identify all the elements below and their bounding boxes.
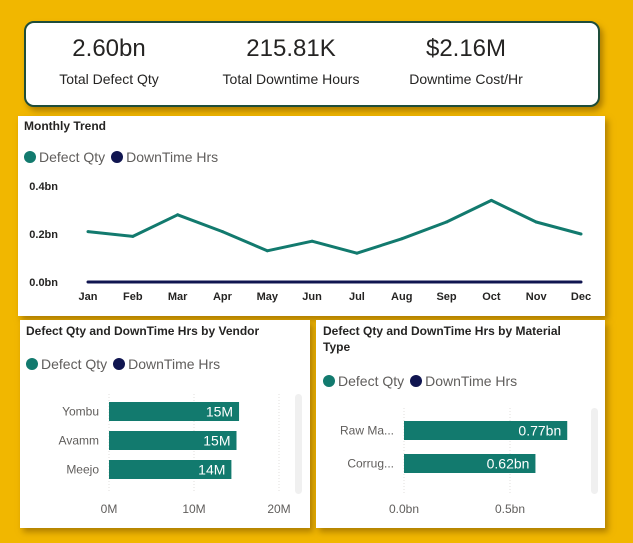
y-tick-label: 0.4bn <box>29 181 58 193</box>
vendor-bar-visual[interactable]: Defect Qty and DownTime Hrs by Vendor De… <box>20 320 310 528</box>
kpi-label: Downtime Cost/Hr <box>409 71 523 87</box>
kpi-value: 2.60bn <box>72 35 146 62</box>
data-point <box>355 280 359 284</box>
vertical-scrollbar[interactable] <box>295 394 302 494</box>
x-tick-label: 20M <box>267 502 290 516</box>
data-point <box>131 280 135 284</box>
data-point <box>220 230 224 234</box>
data-label: 14M <box>198 462 225 478</box>
kpi-value: 215.81K <box>246 35 336 62</box>
category-label: Raw Ma... <box>340 424 394 438</box>
data-label: 15M <box>203 433 230 449</box>
data-point <box>489 198 493 202</box>
data-point <box>355 251 359 255</box>
category-label: Meejo <box>66 463 99 477</box>
data-point <box>400 237 404 241</box>
y-tick-label: 0.0bn <box>29 277 58 289</box>
data-point <box>579 232 583 236</box>
series-line-defect-qty <box>87 198 582 255</box>
kpi-total-defect-qty: 2.60bn Total Defect Qty <box>44 23 174 87</box>
x-tick-label: Oct <box>482 291 501 303</box>
data-point <box>445 220 449 224</box>
data-point <box>176 280 180 284</box>
x-tick-label: 0.5bn <box>495 502 525 516</box>
line-chart-plot: 0.0bn 0.2bn 0.4bn Jan Feb Mar Apr May Jun Jul Aug S… <box>29 181 591 303</box>
material-bar-visual[interactable]: Defect Qty and DownTime Hrs by Material … <box>316 320 605 528</box>
vendor-bar-plot: 0M 10M 20M Yombu 15M Avamm 15M Meejo 14M <box>59 394 291 516</box>
data-point <box>86 230 90 234</box>
x-tick-label: Apr <box>213 291 233 303</box>
data-point <box>445 280 449 284</box>
kpi-total-downtime-hours: 215.81K Total Downtime Hours <box>206 23 376 87</box>
data-point <box>310 280 314 284</box>
data-label: 0.77bn <box>518 423 561 439</box>
data-point <box>86 280 90 284</box>
data-point <box>534 280 538 284</box>
x-tick-label: 10M <box>182 502 205 516</box>
data-point <box>131 234 135 238</box>
x-tick-label: Jun <box>302 291 322 303</box>
x-tick-label: 0M <box>101 502 118 516</box>
data-point <box>265 280 269 284</box>
kpi-downtime-cost-per-hr: $2.16M Downtime Cost/Hr <box>396 23 536 87</box>
monthly-trend-visual[interactable]: Monthly Trend Defect Qty DownTime Hrs 0.… <box>18 116 605 316</box>
data-point <box>400 280 404 284</box>
x-tick-label: Jan <box>79 291 98 303</box>
category-label: Corrug... <box>347 457 394 471</box>
data-point <box>265 249 269 253</box>
kpi-label: Total Downtime Hours <box>222 71 360 87</box>
data-point <box>176 213 180 217</box>
data-label: 0.62bn <box>487 456 530 472</box>
category-label: Avamm <box>59 434 99 448</box>
x-tick-label: Sep <box>436 291 456 303</box>
x-tick-label: Mar <box>168 291 188 303</box>
category-label: Yombu <box>62 405 99 419</box>
kpi-label: Total Defect Qty <box>59 71 159 87</box>
kpi-card: 2.60bn Total Defect Qty 215.81K Total Do… <box>24 21 600 107</box>
x-tick-label: May <box>257 291 279 303</box>
x-tick-label: Jul <box>349 291 365 303</box>
material-bar-plot: 0.0bn 0.5bn Raw Ma... 0.77bn Corrug... 0.62bn <box>340 408 568 516</box>
data-label: 15M <box>206 404 233 420</box>
data-point <box>310 239 314 243</box>
data-point <box>579 280 583 284</box>
x-tick-label: Dec <box>571 291 591 303</box>
kpi-value: $2.16M <box>425 35 507 62</box>
vertical-scrollbar[interactable] <box>591 408 598 494</box>
x-tick-label: Feb <box>123 291 143 303</box>
data-point <box>220 280 224 284</box>
data-point <box>534 220 538 224</box>
y-tick-label: 0.2bn <box>29 229 58 241</box>
x-tick-label: 0.0bn <box>389 502 419 516</box>
x-tick-label: Nov <box>526 291 548 303</box>
data-point <box>489 280 493 284</box>
x-tick-label: Aug <box>391 291 412 303</box>
